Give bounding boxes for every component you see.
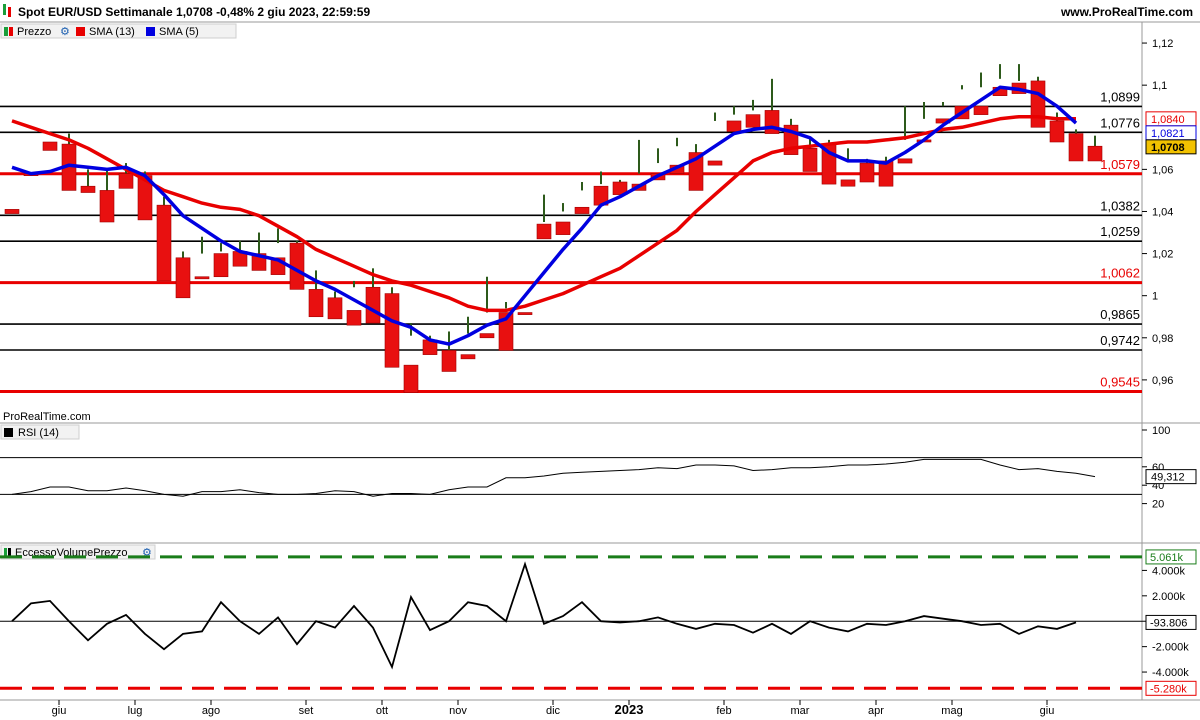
legend-sma13-label: SMA (13)	[89, 26, 135, 38]
watermark: ProRealTime.com	[3, 411, 91, 423]
candle-body	[707, 160, 723, 166]
candle-body	[1068, 133, 1084, 162]
legend-price-label: Prezzo	[17, 26, 51, 38]
candle-body	[726, 120, 742, 132]
level-label: 1,0382	[1100, 198, 1140, 213]
rsi-tick-label: 100	[1152, 425, 1170, 437]
x-tick-label: feb	[716, 705, 731, 717]
candle-body	[1049, 120, 1065, 143]
level-label: 1,0062	[1100, 266, 1140, 281]
rsi-value-label: 49,312	[1151, 472, 1185, 484]
candle-icon	[3, 4, 6, 15]
y-tick-label: 0,98	[1152, 333, 1173, 345]
candle-body	[840, 179, 856, 187]
x-tick-label: dic	[546, 705, 561, 717]
x-tick-label: giu	[52, 705, 67, 717]
candle-body	[973, 105, 989, 115]
y-tick-label: 1,06	[1152, 164, 1173, 176]
volume-tick-label: -4.000k	[1152, 667, 1189, 679]
candle-body	[441, 350, 457, 372]
candle-body	[745, 114, 761, 128]
candle-body	[517, 312, 533, 315]
candles-icon	[9, 27, 13, 36]
x-tick-label: 2023	[615, 702, 644, 717]
price-badge-label: 1,0821	[1151, 128, 1185, 140]
candle-icon	[8, 7, 11, 17]
volume-tick-label: 4.000k	[1152, 565, 1186, 577]
x-tick-label: giu	[1040, 705, 1055, 717]
chart-svg: Spot EUR/USD Settimanale 1,0708 -0,48% 2…	[0, 0, 1200, 720]
level-label: 1,0259	[1100, 224, 1140, 239]
volume-badge-label: 5.061k	[1150, 552, 1184, 564]
x-tick-label: set	[299, 705, 314, 717]
volume-badge-label: -5.280k	[1150, 683, 1187, 695]
level-label: 1,0579	[1100, 157, 1140, 172]
candle-body	[897, 158, 913, 164]
chart-window: Spot EUR/USD Settimanale 1,0708 -0,48% 2…	[0, 0, 1200, 720]
candle-body	[1030, 80, 1046, 128]
candle-body	[479, 333, 495, 339]
candle-body	[460, 354, 476, 360]
y-tick-label: 1,12	[1152, 38, 1173, 50]
legend-sma13-swatch	[76, 27, 85, 36]
rsi-tick-label: 20	[1152, 499, 1164, 511]
level-label: 1,0776	[1100, 115, 1140, 130]
level-label: 0,9545	[1100, 374, 1140, 389]
level-label: 0,9742	[1100, 333, 1140, 348]
candle-body	[802, 148, 818, 172]
x-tick-label: mag	[941, 705, 962, 717]
candle-body	[156, 204, 172, 282]
candle-body	[308, 289, 324, 318]
candle-body	[213, 253, 229, 278]
price-badge-label: 1,0708	[1151, 142, 1185, 154]
x-tick-label: lug	[128, 705, 143, 717]
legend-sma5-swatch	[146, 27, 155, 36]
y-tick-label: 0,96	[1152, 375, 1173, 387]
chart-title: Spot EUR/USD Settimanale 1,0708 -0,48% 2…	[18, 5, 370, 19]
candle-body	[1087, 145, 1103, 162]
y-tick-label: 1,02	[1152, 249, 1173, 261]
legend-sma5-label: SMA (5)	[159, 26, 199, 38]
candle-body	[384, 293, 400, 368]
candle-body	[80, 185, 96, 193]
legend-rsi-label: RSI (14)	[18, 427, 59, 439]
candle-body	[555, 221, 571, 235]
price-badge-label: 1,0840	[1151, 114, 1185, 126]
candle-body	[574, 206, 590, 214]
candle-body	[346, 310, 362, 326]
candle-body	[536, 223, 552, 240]
candle-body	[175, 257, 191, 299]
rsi-legend[interactable]: RSI (14)	[0, 424, 80, 440]
candle-body	[365, 286, 381, 324]
x-tick-label: apr	[868, 705, 884, 717]
candle-body	[327, 297, 343, 320]
x-tick-label: ago	[202, 705, 220, 717]
level-label: 0,9865	[1100, 307, 1140, 322]
x-tick-label: ott	[376, 705, 388, 717]
x-tick-label: nov	[449, 705, 467, 717]
candle-body	[42, 141, 58, 151]
volume-tick-label: -2.000k	[1152, 642, 1189, 654]
candle-body	[118, 173, 134, 189]
y-tick-label: 1,04	[1152, 206, 1173, 218]
volume-tick-label: 2.000k	[1152, 591, 1186, 603]
site-label: www.ProRealTime.com	[1060, 5, 1193, 19]
price-legend[interactable]: Prezzo ⚙ SMA (13) SMA (5)	[0, 23, 237, 39]
candle-body	[99, 190, 115, 223]
y-tick-label: 1,1	[1152, 80, 1167, 92]
legend-rsi-swatch	[4, 428, 13, 437]
candle-body	[194, 276, 210, 280]
wrench-icon[interactable]: ⚙	[60, 26, 70, 38]
candle-body	[859, 162, 875, 183]
volume-badge-label: -93.806	[1150, 617, 1187, 629]
x-tick-label: mar	[791, 705, 810, 717]
y-tick-label: 1	[1152, 291, 1158, 303]
candle-body	[403, 364, 419, 393]
candle-body	[4, 209, 20, 214]
level-label: 1,0899	[1100, 89, 1140, 104]
candles-icon	[4, 27, 8, 36]
price-badges: 1,0840 1,0821 1,0708	[1145, 111, 1197, 155]
